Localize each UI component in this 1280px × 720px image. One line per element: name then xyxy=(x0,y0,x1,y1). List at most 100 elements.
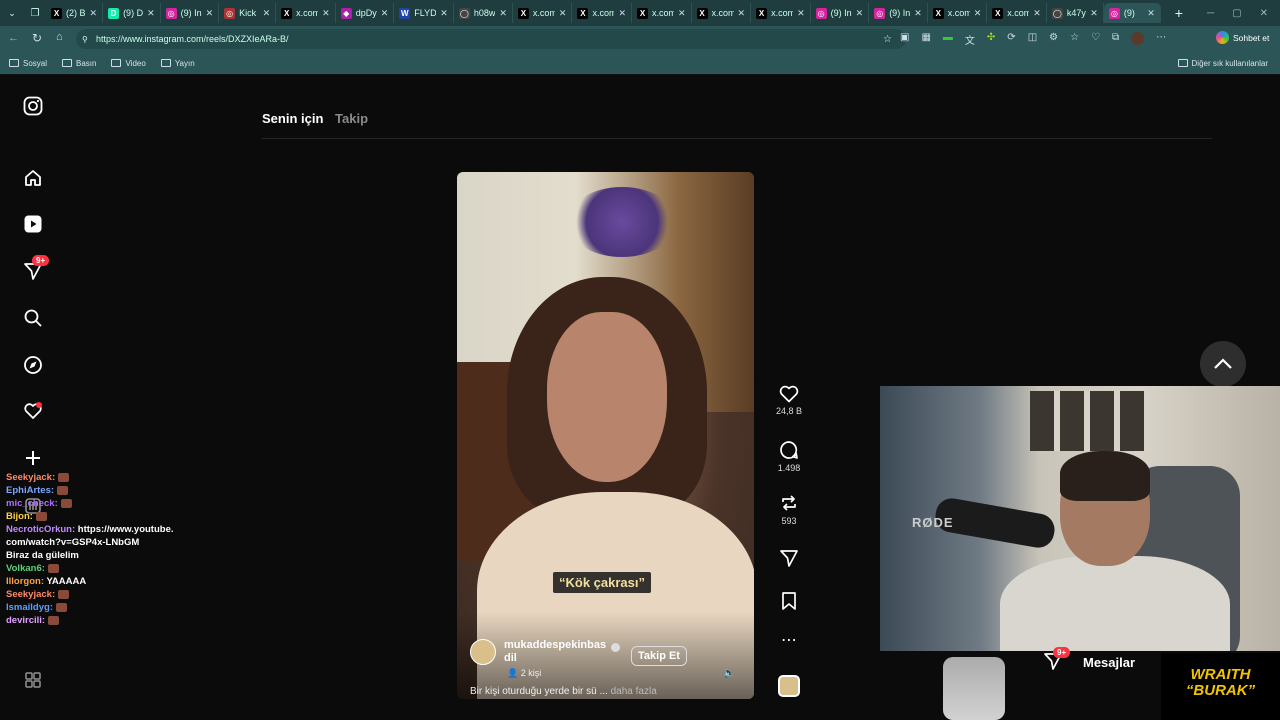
browser-tab[interactable]: Xx.com ✕ xyxy=(513,3,573,23)
performance-icon[interactable]: ♡ xyxy=(1091,32,1100,47)
copilot-button[interactable]: Sohbet et xyxy=(1216,31,1269,44)
bookmark-folder[interactable]: Sosyal xyxy=(9,59,47,68)
extension-icon[interactable]: ✣ xyxy=(987,32,995,47)
maximize-icon[interactable]: ▢ xyxy=(1232,8,1241,19)
browser-tab[interactable]: Xx.com ✕ xyxy=(692,3,752,23)
refresh-extension-icon[interactable]: ⟳ xyxy=(1007,32,1015,47)
author-name[interactable]: mukaddespekinbasdil xyxy=(504,639,609,665)
site-info-icon[interactable]: ⚲ xyxy=(82,35,88,44)
create-plus-icon[interactable] xyxy=(20,445,46,471)
translate-icon[interactable]: 文 xyxy=(965,32,975,47)
profile-avatar[interactable] xyxy=(1131,32,1145,45)
previous-reel-button[interactable] xyxy=(1200,341,1246,387)
tab-close-icon[interactable]: ✕ xyxy=(559,8,567,19)
tab-close-icon[interactable]: ✕ xyxy=(856,8,864,19)
tab-close-icon[interactable]: ✕ xyxy=(499,8,507,19)
mute-icon[interactable]: 🔈 xyxy=(723,668,735,680)
tab-close-icon[interactable]: ✕ xyxy=(914,8,922,19)
audio-button[interactable] xyxy=(772,675,806,697)
repost-button[interactable]: 593 xyxy=(772,493,806,526)
direct-messages-icon[interactable]: 9+ xyxy=(20,255,50,284)
close-window-icon[interactable]: ✕ xyxy=(1260,8,1268,19)
collections-icon[interactable]: ⧉ xyxy=(1112,32,1119,47)
browser-tab[interactable]: Xx.com ✕ xyxy=(276,3,336,23)
browser-tab[interactable]: X (2) B ✕ xyxy=(46,3,104,23)
tab-close-icon[interactable]: ✕ xyxy=(797,8,805,19)
tab-close-icon[interactable]: ✕ xyxy=(381,8,389,19)
minimize-icon[interactable]: ─ xyxy=(1207,8,1214,19)
browser-tab[interactable]: ◎ Kick ✕ xyxy=(219,3,277,23)
browser-tab[interactable]: W FLYD ✕ xyxy=(394,3,454,23)
tab-close-icon[interactable]: ✕ xyxy=(618,8,626,19)
browser-tab[interactable]: ◎ (9) In ✕ xyxy=(869,3,928,23)
more-options-button[interactable]: ⋯ xyxy=(772,633,806,649)
browser-tab[interactable]: ◯ k47y ✕ xyxy=(1047,3,1104,23)
instagram-logo-icon[interactable] xyxy=(20,93,46,119)
extension-icon[interactable]: ▦ xyxy=(921,32,930,47)
comment-icon xyxy=(780,441,798,459)
share-button[interactable] xyxy=(772,548,806,568)
bookmark-folder[interactable]: Yayın xyxy=(160,59,195,68)
tab-favicon-icon: ◯ xyxy=(458,7,470,19)
tab-close-icon[interactable]: ✕ xyxy=(322,8,330,19)
search-icon[interactable] xyxy=(20,305,46,331)
browser-tab[interactable]: Xx.com ✕ xyxy=(632,3,692,23)
other-bookmarks[interactable]: Diğer sık kullanılanlar xyxy=(1177,59,1268,68)
more-menu-icon[interactable]: ⋯ xyxy=(1156,32,1166,47)
browser-tab[interactable]: ◎ (9) In ✕ xyxy=(161,3,220,23)
tab-following[interactable]: Takip xyxy=(335,111,368,126)
browser-tab[interactable]: ◯ h08w ✕ xyxy=(454,3,513,23)
tab-close-icon[interactable]: ✕ xyxy=(1090,8,1098,19)
extensions-puzzle-icon[interactable]: ⚙ xyxy=(1049,32,1058,47)
tab-close-icon[interactable]: ✕ xyxy=(263,8,271,19)
reel-video[interactable]: “Kök çakrası” mukaddespekinbasdil Takip … xyxy=(457,172,754,699)
browser-tab[interactable]: Xx.com ✕ xyxy=(928,3,988,23)
extension-icon[interactable]: ▬ xyxy=(943,32,953,47)
extension-icon[interactable]: ▣ xyxy=(900,32,909,47)
tab-close-icon[interactable]: ✕ xyxy=(974,8,982,19)
like-button[interactable]: 24,8 B xyxy=(772,385,806,416)
split-view-icon[interactable]: ◫ xyxy=(1028,32,1037,47)
browser-tab[interactable]: ◎ (9) ✕ xyxy=(1103,3,1161,23)
notifications-heart-icon[interactable] xyxy=(20,398,46,424)
collab-people[interactable]: 👤 2 kişi xyxy=(507,668,541,679)
tab-close-icon[interactable]: ✕ xyxy=(738,8,746,19)
tab-favicon-icon: X xyxy=(696,7,708,19)
tab-close-icon[interactable]: ✕ xyxy=(1147,8,1155,19)
bookmark-folder[interactable]: Basın xyxy=(62,59,96,68)
tab-close-icon[interactable]: ✕ xyxy=(678,8,686,19)
explore-compass-icon[interactable] xyxy=(20,352,46,378)
tab-close-icon[interactable]: ✕ xyxy=(206,8,214,19)
browser-tab[interactable]: ◎ (9) In ✕ xyxy=(811,3,870,23)
new-tab-button[interactable]: + xyxy=(1169,5,1189,21)
url-field[interactable]: ⚲ https://www.instagram.com/reels/DXZXIe… xyxy=(76,29,906,49)
save-button[interactable] xyxy=(772,591,806,611)
browser-tab[interactable]: Xx.com ✕ xyxy=(751,3,811,23)
browser-tab[interactable]: Xx.com ✕ xyxy=(987,3,1047,23)
back-icon[interactable]: ← xyxy=(8,32,19,44)
reload-icon[interactable]: ↻ xyxy=(32,31,42,45)
home-icon[interactable] xyxy=(20,165,46,191)
workspaces-icon[interactable]: ❐ xyxy=(24,3,46,23)
tab-close-icon[interactable]: ✕ xyxy=(1033,8,1041,19)
tab-for-you[interactable]: Senin için xyxy=(262,111,323,126)
home-icon[interactable]: ⌂ xyxy=(56,31,63,43)
messages-button[interactable]: 9+ Mesajlar xyxy=(1043,647,1135,674)
more-menu-grid-icon[interactable] xyxy=(20,667,46,693)
tab-close-icon[interactable]: ✕ xyxy=(147,8,155,19)
bookmark-folder[interactable]: Video xyxy=(111,59,146,68)
follow-button[interactable]: Takip Et xyxy=(631,646,687,666)
comment-button[interactable]: 1.498 xyxy=(772,440,806,473)
more-link[interactable]: daha fazla xyxy=(611,686,657,697)
browser-tab[interactable]: D (9) D ✕ xyxy=(103,3,161,23)
tab-label: (9) D xyxy=(123,8,144,18)
browser-tab[interactable]: Xx.com ✕ xyxy=(572,3,632,23)
tab-close-icon[interactable]: ✕ xyxy=(90,8,98,19)
favorites-icon[interactable]: ☆ xyxy=(1070,32,1079,47)
tab-menu-button[interactable]: ⌄ xyxy=(0,3,24,23)
browser-tab[interactable]: ◆ dpDy ✕ xyxy=(336,3,395,23)
reels-icon[interactable] xyxy=(20,211,46,237)
tab-close-icon[interactable]: ✕ xyxy=(440,8,448,19)
bookmark-star-icon[interactable]: ☆ xyxy=(883,34,892,45)
author-avatar[interactable] xyxy=(470,639,496,665)
